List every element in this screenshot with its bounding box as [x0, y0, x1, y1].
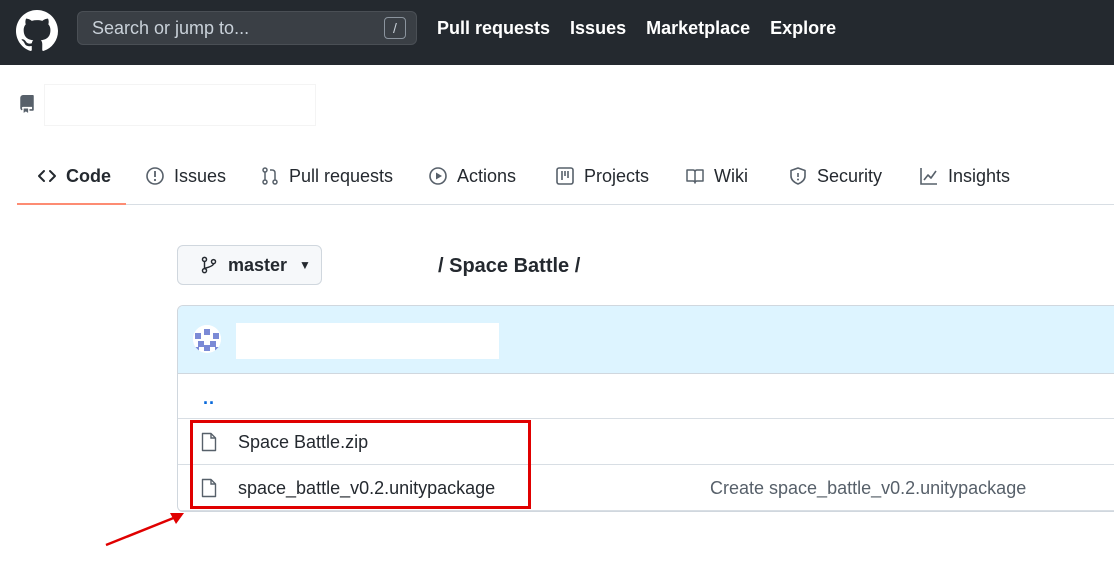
- chevron-down-icon: ▼: [299, 258, 311, 272]
- parent-directory-link[interactable]: ..: [203, 388, 215, 409]
- branch-icon: [201, 256, 217, 274]
- tab-actions-label: Actions: [457, 165, 517, 186]
- nav-issues[interactable]: Issues: [570, 18, 626, 39]
- search-placeholder: Search or jump to...: [92, 17, 250, 38]
- nav-marketplace[interactable]: Marketplace: [646, 18, 750, 39]
- avatar[interactable]: [193, 325, 221, 353]
- nav-explore[interactable]: Explore: [770, 18, 836, 39]
- tab-code-label: Code: [66, 165, 111, 186]
- pull-request-icon: [262, 167, 278, 185]
- top-nav: Pull requests Issues Marketplace Explore: [437, 18, 836, 39]
- branch-name: master: [228, 254, 288, 275]
- tab-actions[interactable]: Actions: [428, 148, 516, 204]
- branch-select-button[interactable]: master ▼: [177, 245, 322, 285]
- graph-icon: [920, 168, 937, 185]
- tab-code[interactable]: Code: [37, 148, 111, 204]
- tab-wiki[interactable]: Wiki: [685, 148, 748, 204]
- tab-insights[interactable]: Insights: [919, 148, 1010, 204]
- tab-issues-label: Issues: [174, 165, 227, 186]
- issue-icon: [146, 167, 164, 185]
- tab-projects-label: Projects: [584, 165, 650, 186]
- latest-commit-bar: [178, 306, 1114, 374]
- tab-issues[interactable]: Issues: [145, 148, 226, 204]
- search-input[interactable]: Search or jump to... /: [77, 11, 417, 45]
- project-icon: [556, 167, 574, 185]
- search-shortcut-hint: /: [384, 17, 406, 39]
- breadcrumb: / Space Battle /: [438, 255, 581, 277]
- repo-name-redacted: [44, 84, 316, 126]
- parent-directory-row[interactable]: ..: [178, 374, 1114, 419]
- tab-projects[interactable]: Projects: [555, 148, 649, 204]
- tab-security-label: Security: [817, 165, 883, 186]
- annotation-highlight-box: [190, 420, 531, 509]
- repo-icon: [20, 95, 34, 113]
- code-icon: [38, 170, 56, 182]
- nav-pull-requests[interactable]: Pull requests: [437, 18, 550, 39]
- github-logo-icon[interactable]: [16, 10, 58, 52]
- file-commit-message[interactable]: Create space_battle_v0.2.unitypackage: [710, 478, 1026, 499]
- tab-wiki-label: Wiki: [714, 165, 748, 186]
- active-tab-underline: [17, 203, 126, 205]
- repo-tabs: Code Issues Pull requests Actions Projec…: [17, 148, 1114, 205]
- shield-icon: [790, 167, 806, 185]
- global-header: Search or jump to... / Pull requests Iss…: [0, 0, 1114, 65]
- tab-security[interactable]: Security: [788, 148, 882, 204]
- tab-insights-label: Insights: [948, 165, 1011, 186]
- tab-pull-requests[interactable]: Pull requests: [260, 148, 393, 204]
- commit-message-redacted: [236, 323, 499, 359]
- tab-pull-requests-label: Pull requests: [289, 165, 394, 186]
- play-icon: [429, 167, 447, 185]
- book-icon: [686, 169, 704, 184]
- annotation-arrow-icon: [105, 513, 184, 547]
